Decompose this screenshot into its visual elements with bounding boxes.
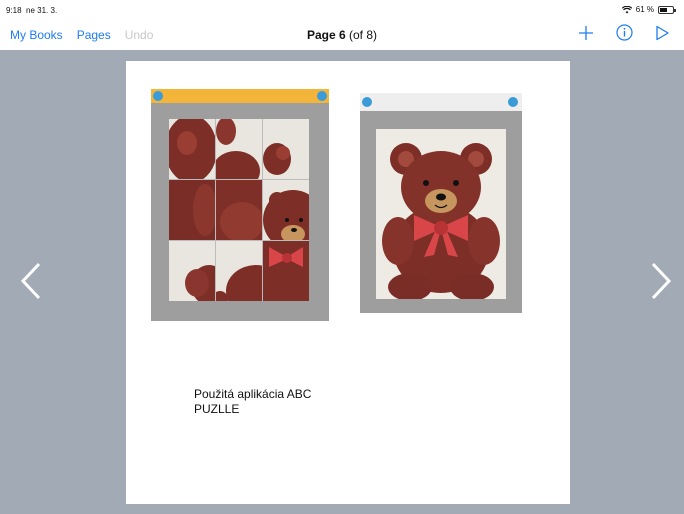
caption-line: PUZLLE <box>194 402 240 416</box>
puzzle-tile <box>263 119 309 179</box>
puzzle-app-bar <box>151 89 329 103</box>
puzzle-tile <box>169 241 215 301</box>
teddy-bear-image <box>376 129 506 299</box>
puzzle-tile <box>216 180 262 240</box>
caption-line: Použitá aplikácia ABC <box>194 387 312 401</box>
back-icon <box>362 97 372 107</box>
page-caption: Použitá aplikácia ABC PUZLLE <box>194 387 394 417</box>
puzzle-screenshot <box>151 89 329 321</box>
puzzle-grid <box>169 119 309 301</box>
book-page: Použitá aplikácia ABC PUZLLE <box>126 61 570 504</box>
battery-percent: 61 % <box>635 5 654 14</box>
info-icon[interactable] <box>616 24 633 41</box>
wifi-icon <box>621 5 632 13</box>
status-bar: 9:18 ne 31. 3. 61 % <box>0 0 684 20</box>
completed-puzzle-screenshot <box>360 93 522 313</box>
puzzle-tile <box>169 119 215 179</box>
play-icon[interactable] <box>655 25 670 41</box>
battery-icon <box>658 5 676 14</box>
puzzle-board <box>360 111 522 313</box>
puzzle-tile <box>169 180 215 240</box>
puzzle-tile <box>263 180 309 240</box>
status-time: 9:18 ne 31. 3. <box>6 6 58 15</box>
navigation-bar: My Books Pages Undo Page 6 (of 8) <box>0 20 684 50</box>
page-viewer: Použitá aplikácia ABC PUZLLE <box>0 50 684 514</box>
status-right: 61 % <box>621 5 676 14</box>
chevron-right-icon[interactable] <box>650 262 672 300</box>
puzzle-tile <box>263 241 309 301</box>
back-icon <box>153 91 163 101</box>
battery-level <box>660 7 668 12</box>
puzzle-tile <box>216 119 262 179</box>
add-icon[interactable] <box>578 25 594 41</box>
chevron-left-icon[interactable] <box>20 262 42 300</box>
puzzle-tile <box>216 241 262 301</box>
refresh-icon <box>317 91 327 101</box>
refresh-icon <box>508 97 518 107</box>
nav-right-group <box>578 24 670 41</box>
